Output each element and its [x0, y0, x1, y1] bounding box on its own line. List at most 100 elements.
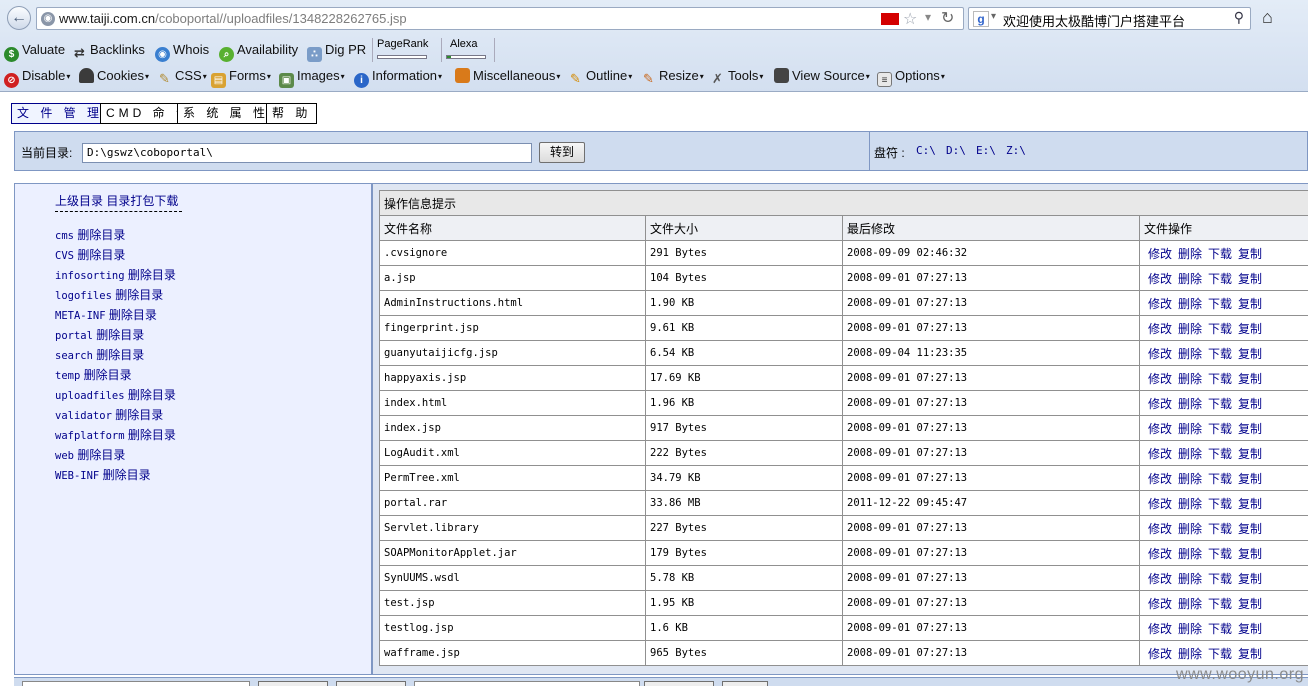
copy-file-link[interactable]: 复制: [1238, 247, 1262, 261]
upload-button[interactable]: [722, 681, 768, 686]
drive-c-link[interactable]: C:\: [916, 144, 936, 157]
copy-file-link[interactable]: 复制: [1238, 422, 1262, 436]
delete-file-link[interactable]: 删除: [1178, 422, 1202, 436]
edit-file-link[interactable]: 修改: [1148, 322, 1172, 336]
download-file-link[interactable]: 下载: [1208, 497, 1232, 511]
copy-file-link[interactable]: 复制: [1238, 272, 1262, 286]
delete-file-link[interactable]: 删除: [1178, 522, 1202, 536]
directory-link[interactable]: META-INF: [55, 310, 106, 322]
search-icon[interactable]: ⚲: [1234, 9, 1244, 26]
toolbar-whois[interactable]: ◉ Whois: [155, 38, 209, 62]
directory-link[interactable]: infosorting: [55, 270, 125, 282]
copy-file-link[interactable]: 复制: [1238, 547, 1262, 561]
copy-file-link[interactable]: 复制: [1238, 572, 1262, 586]
delete-file-link[interactable]: 删除: [1178, 497, 1202, 511]
directory-link[interactable]: WEB-INF: [55, 470, 99, 482]
download-file-link[interactable]: 下载: [1208, 597, 1232, 611]
delete-file-link[interactable]: 删除: [1178, 572, 1202, 586]
delete-file-link[interactable]: 删除: [1178, 297, 1202, 311]
delete-file-link[interactable]: 删除: [1178, 322, 1202, 336]
delete-directory-link[interactable]: 删除目录: [96, 328, 144, 342]
edit-file-link[interactable]: 修改: [1148, 397, 1172, 411]
copy-file-link[interactable]: 复制: [1238, 622, 1262, 636]
edit-file-link[interactable]: 修改: [1148, 297, 1172, 311]
delete-directory-link[interactable]: 删除目录: [115, 288, 163, 302]
reload-icon[interactable]: ↻: [941, 8, 954, 28]
delete-directory-link[interactable]: 删除目录: [96, 348, 144, 362]
delete-directory-link[interactable]: 删除目录: [103, 468, 151, 482]
home-icon[interactable]: ⌂: [1262, 7, 1273, 28]
copy-file-link[interactable]: 复制: [1238, 647, 1262, 661]
search-engine-dropdown-icon[interactable]: ▾: [991, 11, 996, 22]
delete-directory-link[interactable]: 删除目录: [128, 388, 176, 402]
menu-file-manager[interactable]: 文 件 管 理: [11, 103, 110, 124]
new-folder-button[interactable]: [336, 681, 406, 686]
pack-download-link[interactable]: 目录打包下载: [106, 194, 178, 208]
search-input[interactable]: 欢迎使用太极酷博门户搭建平台: [1003, 11, 1185, 30]
download-file-link[interactable]: 下载: [1208, 647, 1232, 661]
edit-file-link[interactable]: 修改: [1148, 522, 1172, 536]
copy-file-link[interactable]: 复制: [1238, 447, 1262, 461]
edit-file-link[interactable]: 修改: [1148, 597, 1172, 611]
download-file-link[interactable]: 下载: [1208, 422, 1232, 436]
bookmark-star-icon[interactable]: ☆: [903, 9, 917, 29]
copy-file-link[interactable]: 复制: [1238, 522, 1262, 536]
new-file-button[interactable]: [258, 681, 328, 686]
copy-file-link[interactable]: 复制: [1238, 322, 1262, 336]
edit-file-link[interactable]: 修改: [1148, 497, 1172, 511]
go-button[interactable]: 转到: [539, 142, 585, 163]
edit-file-link[interactable]: 修改: [1148, 372, 1172, 386]
delete-directory-link[interactable]: 删除目录: [77, 448, 125, 462]
pagerank-meter[interactable]: PageRank: [372, 38, 436, 62]
toolbar-images[interactable]: ▣ Images▾: [279, 64, 345, 88]
delete-file-link[interactable]: 删除: [1178, 597, 1202, 611]
download-file-link[interactable]: 下载: [1208, 247, 1232, 261]
menu-system-properties[interactable]: 系 统 属 性: [177, 103, 276, 124]
delete-file-link[interactable]: 删除: [1178, 547, 1202, 561]
download-file-link[interactable]: 下载: [1208, 522, 1232, 536]
download-file-link[interactable]: 下载: [1208, 372, 1232, 386]
menu-help[interactable]: 帮 助: [266, 103, 318, 124]
delete-file-link[interactable]: 删除: [1178, 347, 1202, 361]
drive-e-link[interactable]: E:\: [976, 144, 996, 157]
url-dropdown-icon[interactable]: ▾: [925, 10, 931, 24]
directory-link[interactable]: temp: [55, 370, 80, 382]
download-file-link[interactable]: 下载: [1208, 622, 1232, 636]
toolbar-tools[interactable]: ✗ Tools▾: [710, 64, 763, 88]
delete-file-link[interactable]: 删除: [1178, 272, 1202, 286]
edit-file-link[interactable]: 修改: [1148, 422, 1172, 436]
current-dir-input[interactable]: D:\gswz\coboportal\: [82, 143, 532, 163]
delete-directory-link[interactable]: 删除目录: [128, 268, 176, 282]
address-bar[interactable]: ◉ www.taiji.com.cn/coboportal//uploadfil…: [36, 7, 964, 30]
directory-link[interactable]: uploadfiles: [55, 390, 125, 402]
edit-file-link[interactable]: 修改: [1148, 272, 1172, 286]
delete-file-link[interactable]: 删除: [1178, 247, 1202, 261]
toolbar-view-source[interactable]: View Source▾: [774, 64, 870, 88]
toolbar-valuate[interactable]: $ Valuate: [4, 38, 65, 62]
edit-file-link[interactable]: 修改: [1148, 622, 1172, 636]
toolbar-resize[interactable]: ✎ Resize▾: [641, 64, 704, 88]
download-file-link[interactable]: 下载: [1208, 472, 1232, 486]
download-file-link[interactable]: 下载: [1208, 297, 1232, 311]
download-file-link[interactable]: 下载: [1208, 572, 1232, 586]
edit-file-link[interactable]: 修改: [1148, 472, 1172, 486]
delete-file-link[interactable]: 删除: [1178, 647, 1202, 661]
back-button[interactable]: ←: [7, 6, 31, 30]
drive-d-link[interactable]: D:\: [946, 144, 966, 157]
download-file-link[interactable]: 下载: [1208, 347, 1232, 361]
delete-directory-link[interactable]: 删除目录: [109, 308, 157, 322]
download-file-link[interactable]: 下载: [1208, 272, 1232, 286]
directory-link[interactable]: logofiles: [55, 290, 112, 302]
copy-file-link[interactable]: 复制: [1238, 397, 1262, 411]
delete-directory-link[interactable]: 删除目录: [115, 408, 163, 422]
toolbar-css[interactable]: ✎ CSS▾: [157, 64, 207, 88]
directory-link[interactable]: validator: [55, 410, 112, 422]
directory-link[interactable]: web: [55, 450, 74, 462]
copy-file-link[interactable]: 复制: [1238, 472, 1262, 486]
copy-file-link[interactable]: 复制: [1238, 347, 1262, 361]
edit-file-link[interactable]: 修改: [1148, 347, 1172, 361]
directory-link[interactable]: wafplatform: [55, 430, 125, 442]
delete-directory-link[interactable]: 删除目录: [128, 428, 176, 442]
drive-z-link[interactable]: Z:\: [1006, 144, 1026, 157]
directory-link[interactable]: CVS: [55, 250, 74, 262]
